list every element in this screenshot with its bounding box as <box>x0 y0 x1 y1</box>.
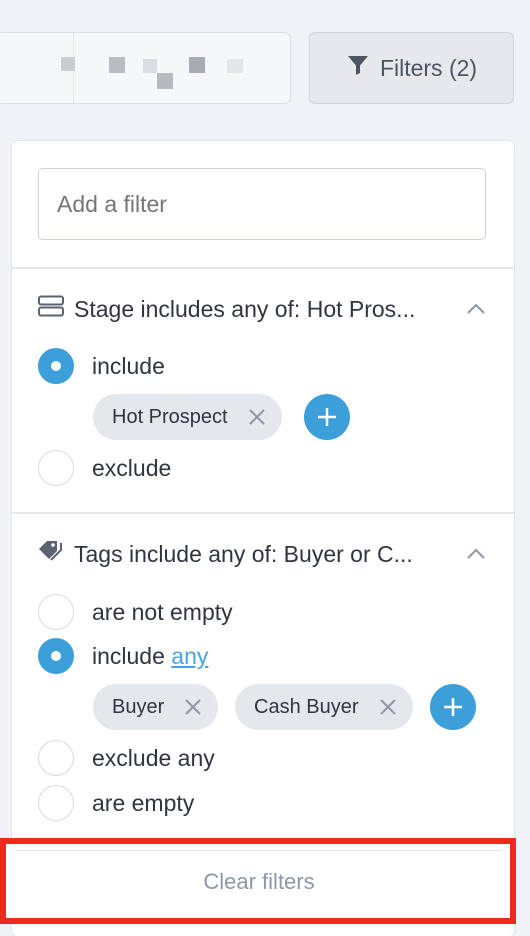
tags-filter-title: Tags include any of: Buyer or C... <box>74 540 413 567</box>
obscured-content <box>227 59 243 73</box>
filter-panel: Stage includes any of: Hot Pros... inclu… <box>12 141 514 936</box>
radio-selected-icon <box>38 348 74 384</box>
remove-icon[interactable] <box>248 408 266 426</box>
stage-include-label: include <box>92 352 165 379</box>
tags-empty-radio[interactable]: are empty <box>38 785 194 821</box>
radio-selected-icon <box>38 638 74 674</box>
tags-any-link[interactable]: any <box>171 643 208 669</box>
tags-not-empty-label: are not empty <box>92 598 233 625</box>
tags-include-label: include any <box>92 643 208 670</box>
filters-button[interactable]: Filters (2) <box>309 32 514 104</box>
tag-chip-buyer: Buyer <box>93 684 219 730</box>
filter-icon <box>346 53 370 83</box>
remove-icon[interactable] <box>184 698 202 716</box>
add-filter-input[interactable] <box>38 168 486 240</box>
plus-icon <box>318 408 336 426</box>
add-stage-button[interactable] <box>304 394 350 440</box>
tag-icon <box>38 540 64 568</box>
chip-label: Hot Prospect <box>112 405 228 428</box>
tags-exclude-any-label: exclude any <box>92 744 215 771</box>
tag-chip-hot-prospect: Hot Prospect <box>93 394 282 440</box>
stage-exclude-label: exclude <box>92 454 172 481</box>
tags-include-text: include <box>92 642 165 669</box>
add-tag-button[interactable] <box>430 684 476 730</box>
obscured-content <box>157 73 173 89</box>
chip-label: Buyer <box>112 695 165 718</box>
obscured-content <box>61 57 75 71</box>
search-box[interactable] <box>0 32 291 104</box>
stage-icon <box>38 295 64 323</box>
plus-icon <box>444 698 462 716</box>
divider <box>12 267 514 269</box>
remove-icon[interactable] <box>379 698 397 716</box>
clear-filters-highlight: Clear filters <box>0 838 516 924</box>
stage-filter-header[interactable]: Stage includes any of: Hot Pros... <box>38 295 415 323</box>
filters-button-label: Filters (2) <box>379 54 478 81</box>
chevron-up-icon[interactable] <box>466 303 486 315</box>
clear-filters-button[interactable]: Clear filters <box>16 850 502 912</box>
stage-include-radio[interactable]: include <box>38 348 165 384</box>
tag-chip-cash-buyer: Cash Buyer <box>235 684 413 730</box>
obscured-content <box>109 57 125 73</box>
chip-label: Cash Buyer <box>254 695 359 718</box>
stage-filter-title: Stage includes any of: Hot Pros... <box>74 295 416 322</box>
stage-exclude-radio[interactable]: exclude <box>38 450 171 486</box>
tags-exclude-any-radio[interactable]: exclude any <box>38 740 215 776</box>
radio-empty-icon <box>38 740 74 776</box>
tags-include-radio[interactable]: include any <box>38 638 208 674</box>
obscured-content <box>143 59 157 73</box>
radio-empty-icon <box>38 450 74 486</box>
radio-empty-icon <box>38 785 74 821</box>
obscured-content <box>189 57 205 73</box>
tags-empty-label: are empty <box>92 789 195 816</box>
tags-filter-header[interactable]: Tags include any of: Buyer or C... <box>38 540 413 568</box>
radio-empty-icon <box>38 594 74 630</box>
divider <box>12 512 514 514</box>
chevron-up-icon[interactable] <box>466 548 486 560</box>
tags-not-empty-radio[interactable]: are not empty <box>38 594 233 630</box>
